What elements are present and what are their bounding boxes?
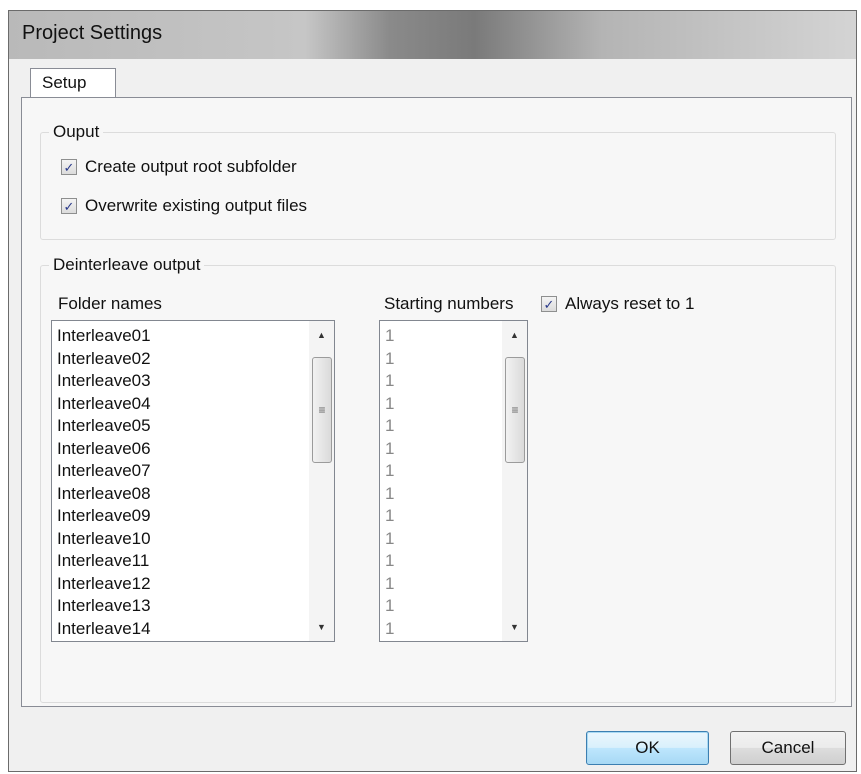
list-item[interactable]: 1	[385, 438, 394, 461]
list-item[interactable]: Interleave01	[57, 325, 151, 348]
always-reset-checkbox[interactable]: ✓	[541, 296, 557, 312]
dialog-footer: OK Cancel	[9, 711, 856, 771]
list-item[interactable]: 1	[385, 595, 394, 618]
project-settings-dialog: Project Settings Setup Ouput ✓ Create ou…	[8, 10, 857, 772]
starting-numbers-items: 11111111111111	[385, 325, 394, 640]
list-item[interactable]: Interleave11	[57, 550, 151, 573]
list-item[interactable]: 1	[385, 460, 394, 483]
list-item[interactable]: 1	[385, 348, 394, 371]
folder-names-items: Interleave01 Interleave02 Interleave03 Inte…	[57, 325, 151, 640]
starting-numbers-scrollbar[interactable]: ▲ ≡ ▼	[502, 321, 527, 641]
folder-names-label: Folder names	[58, 294, 162, 313]
title-bar[interactable]: Project Settings	[9, 11, 856, 59]
ok-button[interactable]: OK	[586, 731, 709, 765]
checkmark-icon: ✓	[63, 198, 75, 214]
list-item[interactable]: 1	[385, 550, 394, 573]
list-item[interactable]: 1	[385, 618, 394, 641]
list-item[interactable]: Interleave04	[57, 393, 151, 416]
starting-numbers-label: Starting numbers	[384, 294, 514, 313]
list-item[interactable]: Interleave09	[57, 505, 151, 528]
tab-strip: Setup	[21, 63, 844, 98]
scroll-up-arrow-icon[interactable]: ▲	[309, 325, 334, 345]
list-item[interactable]: Interleave05	[57, 415, 151, 438]
starting-numbers-listbox[interactable]: 11111111111111 ▲ ≡ ▼	[379, 320, 528, 642]
list-item[interactable]: 1	[385, 573, 394, 596]
folder-names-scrollbar[interactable]: ▲ ≡ ▼	[309, 321, 334, 641]
checkmark-icon: ✓	[63, 159, 75, 175]
window-title: Project Settings	[22, 22, 163, 44]
list-item[interactable]: Interleave12	[57, 573, 151, 596]
list-item[interactable]: 1	[385, 325, 394, 348]
list-item[interactable]: Interleave02	[57, 348, 151, 371]
list-item[interactable]: 1	[385, 483, 394, 506]
scroll-down-arrow-icon[interactable]: ▼	[309, 617, 334, 637]
list-item[interactable]: Interleave13	[57, 595, 151, 618]
create-subfolder-label: Create output root subfolder	[85, 157, 297, 176]
list-item[interactable]: 1	[385, 528, 394, 551]
tab-setup[interactable]: Setup	[30, 68, 116, 98]
deinterleave-group-label: Deinterleave output	[49, 255, 205, 275]
deinterleave-groupbox: Deinterleave output Folder names Startin…	[40, 255, 836, 703]
scroll-down-arrow-icon[interactable]: ▼	[502, 617, 527, 637]
overwrite-files-checkbox[interactable]: ✓	[61, 198, 77, 214]
scroll-thumb[interactable]: ≡	[312, 357, 332, 463]
scroll-thumb-grip-icon: ≡	[318, 403, 326, 417]
list-item[interactable]: Interleave10	[57, 528, 151, 551]
always-reset-label: Always reset to 1	[565, 294, 695, 313]
scroll-thumb[interactable]: ≡	[505, 357, 525, 463]
setup-tab-page: Ouput ✓ Create output root subfolder ✓ O…	[21, 97, 852, 707]
list-item[interactable]: Interleave06	[57, 438, 151, 461]
list-item[interactable]: 1	[385, 505, 394, 528]
scroll-up-arrow-icon[interactable]: ▲	[502, 325, 527, 345]
scroll-thumb-grip-icon: ≡	[511, 403, 519, 417]
output-groupbox: Ouput ✓ Create output root subfolder ✓ O…	[40, 122, 836, 240]
always-reset-option[interactable]: ✓ Always reset to 1	[541, 294, 694, 314]
cancel-button[interactable]: Cancel	[730, 731, 846, 765]
list-item[interactable]: 1	[385, 370, 394, 393]
list-item[interactable]: Interleave07	[57, 460, 151, 483]
list-item[interactable]: Interleave14	[57, 618, 151, 641]
list-item[interactable]: 1	[385, 415, 394, 438]
overwrite-files-label: Overwrite existing output files	[85, 196, 308, 215]
output-group-label: Ouput	[49, 122, 104, 142]
list-item[interactable]: Interleave08	[57, 483, 151, 506]
create-subfolder-checkbox[interactable]: ✓	[61, 159, 77, 175]
overwrite-files-option[interactable]: ✓ Overwrite existing output files	[61, 196, 307, 216]
list-item[interactable]: Interleave03	[57, 370, 151, 393]
list-item[interactable]: 1	[385, 393, 394, 416]
checkmark-icon: ✓	[543, 296, 555, 312]
folder-names-listbox[interactable]: Interleave01 Interleave02 Interleave03 Inte…	[51, 320, 335, 642]
create-subfolder-option[interactable]: ✓ Create output root subfolder	[61, 157, 297, 177]
